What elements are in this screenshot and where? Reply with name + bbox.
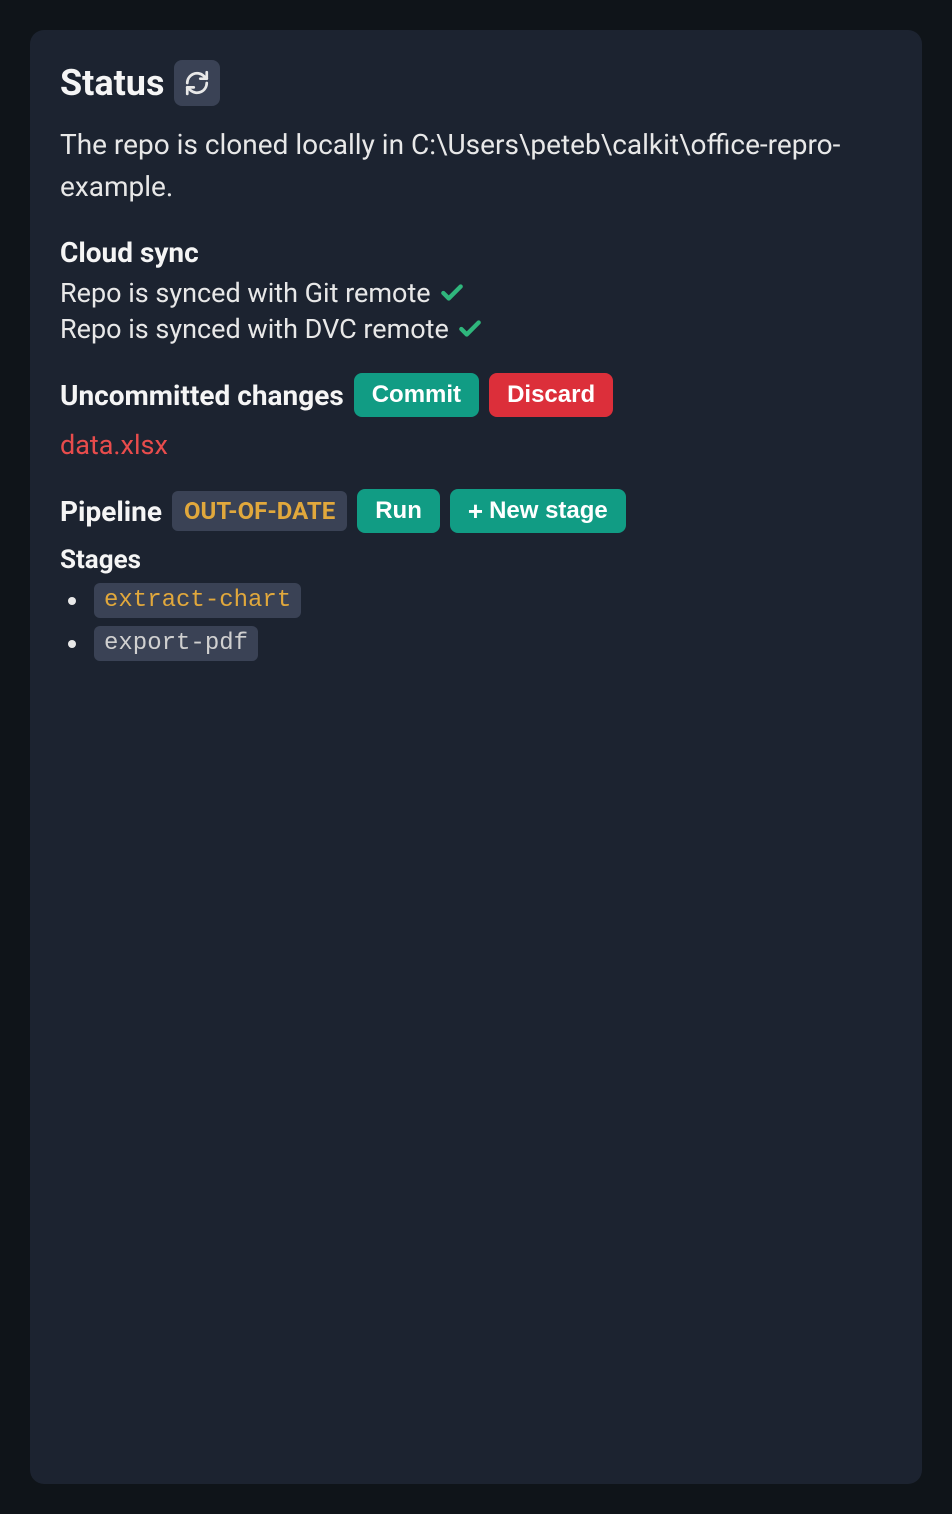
check-icon <box>439 280 465 306</box>
refresh-icon <box>184 70 210 96</box>
check-icon <box>457 316 483 342</box>
list-item: export-pdf <box>68 626 892 661</box>
commit-button[interactable]: Commit <box>354 373 479 417</box>
uncommitted-section: Uncommitted changes Commit Discard data.… <box>60 373 892 461</box>
stages-subtitle: Stages <box>60 545 892 575</box>
plus-icon: + <box>468 498 483 524</box>
pipeline-title: Pipeline <box>60 495 162 528</box>
bullet-icon <box>68 597 76 605</box>
cloud-sync-section: Cloud sync Repo is synced with Git remot… <box>60 236 892 345</box>
dvc-sync-text: Repo is synced with DVC remote <box>60 313 449 345</box>
new-stage-label: New stage <box>489 497 608 525</box>
status-description: The repo is cloned locally in C:\Users\p… <box>60 124 892 208</box>
status-section: Status The repo is cloned locally in C:\… <box>60 60 892 208</box>
pipeline-status-badge: OUT-OF-DATE <box>172 491 347 531</box>
stage-list: extract-chart export-pdf <box>60 583 892 661</box>
status-header: Status <box>60 60 892 106</box>
stage-chip[interactable]: extract-chart <box>94 583 301 618</box>
discard-button[interactable]: Discard <box>489 373 613 417</box>
status-panel: Status The repo is cloned locally in C:\… <box>30 30 922 1484</box>
uncommitted-header: Uncommitted changes Commit Discard <box>60 373 892 417</box>
dvc-sync-row: Repo is synced with DVC remote <box>60 313 892 345</box>
changed-file: data.xlsx <box>60 429 892 461</box>
pipeline-section: Pipeline OUT-OF-DATE Run + New stage Sta… <box>60 489 892 661</box>
git-sync-text: Repo is synced with Git remote <box>60 277 431 309</box>
uncommitted-title: Uncommitted changes <box>60 379 344 412</box>
refresh-button[interactable] <box>174 60 220 106</box>
bullet-icon <box>68 640 76 648</box>
stage-chip[interactable]: export-pdf <box>94 626 258 661</box>
git-sync-row: Repo is synced with Git remote <box>60 277 892 309</box>
pipeline-header: Pipeline OUT-OF-DATE Run + New stage <box>60 489 892 533</box>
list-item: extract-chart <box>68 583 892 618</box>
cloud-sync-title: Cloud sync <box>60 236 892 269</box>
status-title: Status <box>60 62 164 104</box>
run-button[interactable]: Run <box>357 489 440 533</box>
new-stage-button[interactable]: + New stage <box>450 489 626 533</box>
